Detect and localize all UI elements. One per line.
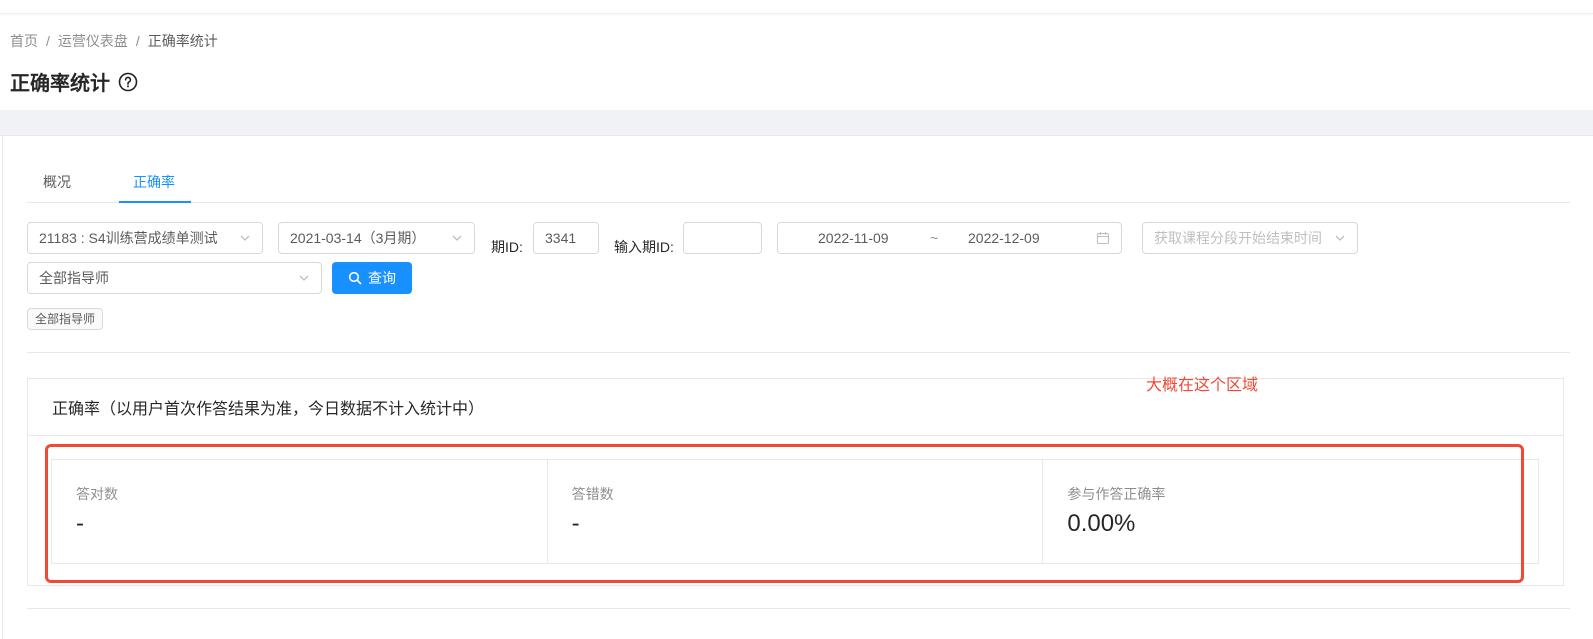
period-id-field[interactable]: 3341 — [533, 222, 599, 254]
input-period-id-label: 输入期ID: — [614, 239, 674, 255]
breadcrumb-separator: / — [46, 33, 50, 49]
period-select[interactable]: 2021-03-14（3月期） — [278, 222, 475, 254]
page-header-divider-band — [0, 110, 1593, 136]
filter-divider — [27, 352, 1570, 353]
date-range-picker[interactable]: 2022-11-09 ~ 2022-12-09 — [777, 222, 1122, 254]
period-id-value: 3341 — [545, 230, 577, 246]
course-select[interactable]: 21183 : S4训练营成绩单测试 — [27, 222, 263, 254]
segment-time-select[interactable]: 获取课程分段开始结束时间 — [1142, 222, 1358, 254]
tab-overview[interactable]: 概况 — [43, 172, 71, 192]
input-period-id-field[interactable] — [683, 222, 762, 254]
period-id-label: 期ID: — [491, 239, 523, 255]
question-circle-icon[interactable] — [118, 72, 138, 92]
breadcrumb-item-home[interactable]: 首页 — [10, 31, 38, 51]
chevron-down-icon — [298, 272, 310, 284]
chevron-down-icon — [451, 232, 463, 244]
segment-time-placeholder: 获取课程分段开始结束时间 — [1154, 230, 1322, 246]
breadcrumb-separator: / — [135, 33, 140, 49]
tab-accuracy[interactable]: 正确率 — [133, 172, 175, 192]
accuracy-card-title: 正确率（以用户首次作答结果为准，今日数据不计入统计中） — [28, 379, 1563, 436]
chevron-down-icon — [239, 232, 251, 244]
tutor-select-value: 全部指导师 — [39, 270, 109, 286]
date-end[interactable]: 2022-12-09 — [968, 230, 1096, 246]
page-title-text: 正确率统计 — [10, 73, 110, 95]
chevron-down-icon — [1334, 232, 1346, 244]
search-icon — [348, 271, 362, 285]
tab-bar: 概况 正确率 — [27, 160, 1570, 203]
query-button-label: 查询 — [368, 270, 396, 286]
breadcrumb-current: 正确率统计 — [147, 33, 218, 49]
calendar-icon — [1096, 231, 1110, 245]
bottom-divider — [27, 608, 1570, 609]
page-title: 正确率统计 — [10, 67, 138, 96]
top-header-strip — [0, 0, 1593, 14]
period-select-value: 2021-03-14（3月期） — [290, 230, 426, 246]
query-button[interactable]: 查询 — [332, 262, 412, 294]
course-select-value: 21183 : S4训练营成绩单测试 — [39, 230, 218, 246]
breadcrumb: 首页 / 运营仪表盘 / 正确率统计 — [10, 31, 218, 51]
date-start[interactable]: 2022-11-09 — [818, 230, 930, 246]
breadcrumb-item-dashboard[interactable]: 运营仪表盘 — [58, 31, 128, 51]
active-filter-tag: 全部指导师 — [27, 308, 104, 330]
date-range-separator: ~ — [930, 230, 939, 246]
tutor-select[interactable]: 全部指导师 — [27, 262, 322, 294]
annotation-text: 大概在这个区域 — [1146, 377, 1259, 394]
tab-active-indicator — [119, 201, 191, 203]
annotation-highlight-box — [45, 444, 1524, 583]
